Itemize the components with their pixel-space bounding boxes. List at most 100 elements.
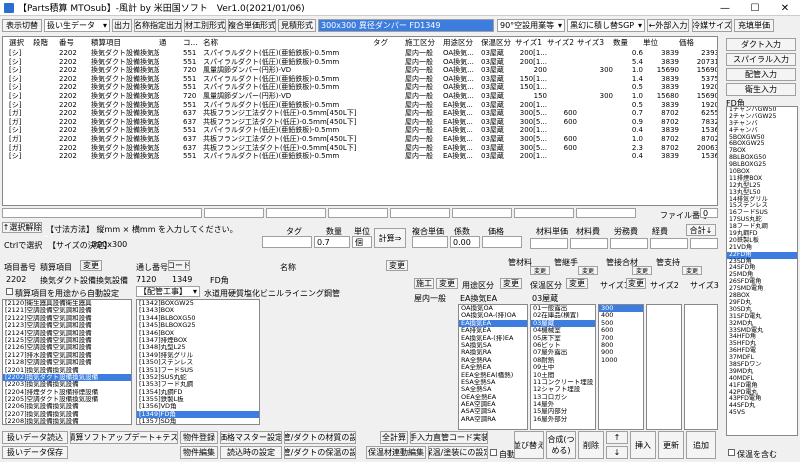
list-item[interactable]: EEA全熱EA(橋熱) bbox=[459, 372, 527, 379]
list-item[interactable]: [1344]BLBOXG50 bbox=[137, 315, 259, 322]
list-item[interactable]: [2123]空調設備空気調和設備 bbox=[3, 322, 131, 329]
outside-input-button[interactable]: ←外部入力 bbox=[647, 19, 689, 32]
sort-button[interactable]: 並び替え bbox=[514, 431, 544, 459]
price-master-button[interactable]: 価格マスター設定 bbox=[220, 431, 282, 444]
grid-header[interactable]: 選択 bbox=[9, 37, 33, 48]
construction-button[interactable]: 施工 bbox=[414, 278, 434, 289]
list-item[interactable]: 400 bbox=[599, 312, 643, 319]
list-item[interactable]: [2201]換気設備換気設備 bbox=[3, 367, 131, 374]
output-button[interactable]: 出力 bbox=[112, 19, 132, 32]
list-item[interactable]: [1356]VD角 bbox=[137, 403, 259, 410]
mgmt-support-change[interactable]: 変更 bbox=[682, 266, 702, 275]
list-item[interactable]: [1343]BOX bbox=[137, 307, 259, 314]
grid-header[interactable]: 番号 bbox=[59, 37, 91, 48]
list-item[interactable]: 300 bbox=[599, 305, 643, 313]
usage-change[interactable]: 変更 bbox=[500, 278, 522, 289]
item-list[interactable]: [2120]衛生器具設備衛生器具 [2121]空調設備空気調和設備 [2122]空調… bbox=[2, 299, 132, 425]
table-row[interactable]: [ガ] 2202 換気ダクト設備換気設... 637 共板フランジ工法ダクト(低圧)-0… bbox=[3, 135, 717, 144]
list-item[interactable]: [1357]SD角 bbox=[137, 418, 259, 424]
grid-header[interactable]: 価格 bbox=[679, 37, 717, 48]
mgmt-fitting-change[interactable]: 変更 bbox=[632, 266, 652, 275]
list-item[interactable]: EA排気EA bbox=[459, 327, 527, 334]
move-down-button[interactable]: ↓ bbox=[606, 446, 628, 459]
list-item[interactable]: 11コンクリート埋設 bbox=[531, 379, 595, 386]
option-select-1[interactable]: 90°空設用業等 ▾ bbox=[497, 19, 565, 32]
auto-checkbox[interactable] bbox=[490, 449, 497, 456]
data-select[interactable]: 扱い生データ ▾ bbox=[44, 19, 110, 32]
insulation-change[interactable]: 変更 bbox=[566, 278, 588, 289]
qty-input[interactable]: 0.7 bbox=[314, 236, 350, 248]
tag-input[interactable] bbox=[262, 236, 312, 248]
mgmt-joint-change[interactable]: 変更 bbox=[578, 266, 598, 275]
name-change-button[interactable]: 変更 bbox=[386, 260, 408, 271]
unlock-button[interactable]: ↑選択解除 bbox=[2, 222, 42, 233]
table-row[interactable]: [シ] 2202 換気ダクト設備換気設... 551 スパイラルダクト(低圧)(亜鉛鉄板… bbox=[3, 49, 717, 58]
list-item[interactable]: SA換気SA bbox=[459, 342, 527, 349]
grid-header[interactable]: 段階 bbox=[33, 37, 59, 48]
code-button[interactable]: コード bbox=[168, 260, 190, 271]
grid-header[interactable]: 名称 bbox=[203, 37, 373, 48]
grid-header[interactable]: 単位 bbox=[643, 37, 679, 48]
list-item[interactable]: 45VS bbox=[727, 409, 797, 417]
list-item[interactable]: 500 bbox=[599, 320, 643, 327]
list-item[interactable]: 05床下室 bbox=[531, 335, 595, 342]
insulation-list[interactable]: 01一般露出 02在庫品(横置) 03屋蔵 04機械室 05床下室 06ピット 07屋外露出… bbox=[530, 304, 596, 430]
table-row[interactable]: [シ] 2202 換気ダクト設備換気設... 551 スパイラルダクト(低圧)(亜鉛鉄板… bbox=[3, 75, 717, 84]
export-button[interactable]: C/A積算ソフトアップデート+テストラ bbox=[70, 431, 178, 444]
manual-input-button[interactable]: 手入力直管コード実装 bbox=[410, 431, 488, 444]
composite-price-field[interactable] bbox=[412, 236, 448, 248]
list-item[interactable]: 14屋外 bbox=[531, 401, 595, 408]
table-row[interactable]: [シ] 2202 換気ダクト設備換気設... 720 風量調節ダンパー(円形)-VD 屋内… bbox=[3, 66, 717, 75]
size1-change[interactable]: 変更 bbox=[626, 278, 646, 289]
include-insul-checkbox[interactable] bbox=[728, 449, 735, 456]
list-item[interactable]: ASA空調SA bbox=[459, 408, 527, 415]
kind-select[interactable]: 【配管工事】 ▾ bbox=[136, 286, 200, 297]
table-row[interactable]: [シ] 2202 換気ダクト設備換気設... 720 風量調節ダンパー(円形)-VD 屋内… bbox=[3, 92, 717, 101]
mgmt-material-change[interactable]: 変更 bbox=[530, 266, 550, 275]
list-item[interactable]: [1351]フードSUS bbox=[137, 367, 259, 374]
list-item[interactable]: [1353]フード丸鋼 bbox=[137, 381, 259, 388]
pipe-insul-button[interactable]: 配管/ダクトの保温の設定 bbox=[284, 446, 356, 459]
insul-edit-button[interactable]: 保温材連動編集 bbox=[366, 446, 426, 459]
list-item[interactable]: 13コロガシ bbox=[531, 394, 595, 401]
estimate-form-button[interactable]: 見積形式 bbox=[278, 19, 316, 32]
list-item[interactable]: 900 bbox=[599, 349, 643, 356]
list-item[interactable]: 07屋外露出 bbox=[531, 349, 595, 356]
list-item[interactable]: OEA全熱EA bbox=[459, 394, 527, 401]
list-item[interactable]: [2205]空調ダクト設備換気設備 bbox=[3, 396, 131, 403]
size1-list[interactable]: 300 400 500 600 700 800 900 1000 bbox=[598, 304, 644, 430]
grid-header[interactable]: 施工区分 bbox=[405, 37, 443, 48]
list-item[interactable]: [1352]SUS丸蛇 bbox=[137, 374, 259, 381]
insul-unit-button[interactable]: 保温/塗装にの設定 bbox=[428, 446, 488, 459]
list-item[interactable]: OA換気OA bbox=[459, 305, 527, 312]
list-item[interactable]: [1349]FD角 bbox=[137, 410, 259, 419]
combine-button[interactable]: 合成(つめる) bbox=[546, 431, 576, 459]
list-item[interactable]: [2124]空調設備空気調和設備 bbox=[3, 330, 131, 337]
cold-size-button[interactable]: 冷媒サイズ bbox=[692, 19, 732, 32]
list-item[interactable]: [2120]衛生器具設備衛生器具 bbox=[3, 300, 131, 307]
close-button[interactable]: ✕ bbox=[770, 0, 800, 16]
list-item[interactable]: [2206]換気設備換気設備 bbox=[3, 403, 131, 410]
list-item[interactable]: RA全熱RA bbox=[459, 357, 527, 364]
list-item[interactable]: [2208]換気設備換気設備 bbox=[3, 418, 131, 424]
list-item[interactable]: 15屋内部分 bbox=[531, 408, 595, 415]
list-item[interactable]: [1354]丸鋼FD bbox=[137, 389, 259, 396]
list-item[interactable]: [2125]空調設備空気調和設備 bbox=[3, 337, 131, 344]
list-item[interactable]: [1350]ステンレス bbox=[137, 359, 259, 366]
list-item[interactable]: 800 bbox=[599, 342, 643, 349]
composite-form-button[interactable]: 複合単価形式 bbox=[228, 19, 276, 32]
list-item[interactable]: 08耐熱 bbox=[531, 357, 595, 364]
list-item[interactable]: [1349]排気グリル bbox=[137, 352, 259, 359]
mto-grid[interactable]: 選択 段階 番号 積算項目通コ... 名称 タグ 施工区分 用途区分 保温区分 サイズ1 サイズ2 サ… bbox=[2, 36, 718, 206]
table-row[interactable]: [シ] 2202 換気ダクト設備換気設... 551 スパイラルダクト(低圧)(亜鉛鉄板… bbox=[3, 58, 717, 67]
maximize-button[interactable]: ☐ bbox=[740, 0, 770, 16]
list-item[interactable]: ARA空調RA bbox=[459, 416, 527, 423]
list-item[interactable]: [2128]空調設備空気調和設備 bbox=[3, 359, 131, 366]
code-list[interactable]: [1342]BOXGW25 [1343]BOX [1344]BLBOXG50 [134… bbox=[136, 299, 260, 425]
fill-unit-button[interactable]: 充填単価 bbox=[734, 19, 774, 32]
table-row[interactable]: [シ] 2202 換気ダクト設備換気設... 551 スパイラルダクト(低圧)(亜鉛鉄板… bbox=[3, 101, 717, 110]
grid-header[interactable]: タグ bbox=[373, 37, 405, 48]
list-item[interactable]: [1347]排煙BOX bbox=[137, 337, 259, 344]
list-item[interactable]: [2202]換気ダクト設備換気設備 bbox=[3, 373, 131, 382]
list-item[interactable]: AEA空調EA bbox=[459, 401, 527, 408]
